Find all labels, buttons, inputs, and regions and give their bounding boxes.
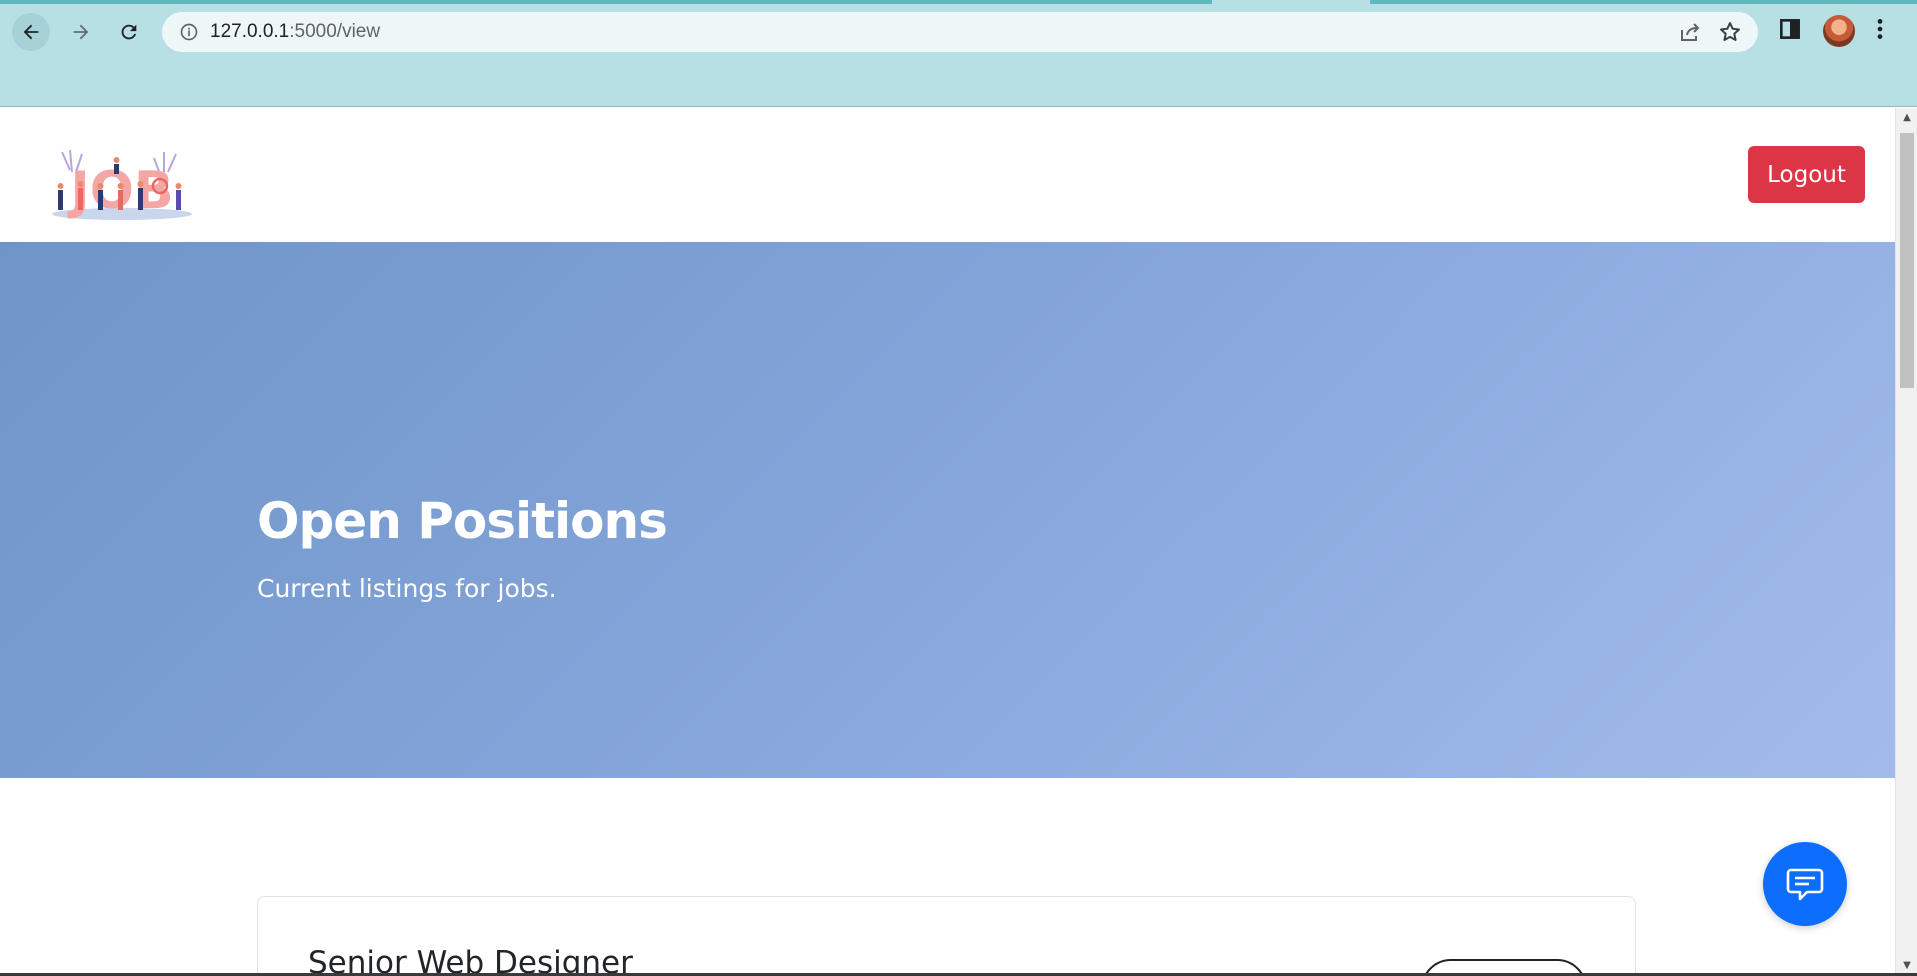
star-icon[interactable] <box>1718 20 1742 44</box>
kebab-menu-icon[interactable] <box>1873 16 1887 42</box>
address-bar[interactable]: 127.0.0.1:5000/view <box>162 12 1758 52</box>
forward-button[interactable] <box>62 13 100 51</box>
page-viewport: JOB Logout Open Positions Current listin… <box>0 108 1895 976</box>
page-scrollbar[interactable]: ▲ ▼ <box>1895 108 1917 976</box>
site-header: JOB Logout <box>0 108 1895 242</box>
page-subtitle: Current listings for jobs. <box>257 574 557 603</box>
page-title: Open Positions <box>257 492 668 550</box>
info-icon[interactable] <box>178 21 200 43</box>
side-panel-icon[interactable] <box>1777 16 1803 42</box>
job-title: Senior Web Designer <box>308 945 633 976</box>
chat-icon <box>1786 868 1824 901</box>
url-text: 127.0.0.1:5000/view <box>210 21 380 43</box>
arrow-left-icon <box>23 24 39 40</box>
jobs-logo[interactable]: JOB <box>48 150 196 222</box>
chat-button[interactable] <box>1763 842 1847 926</box>
scroll-up-arrow-icon[interactable]: ▲ <box>1901 112 1913 124</box>
job-card: Senior Web Designer <box>257 896 1636 976</box>
logout-button[interactable]: Logout <box>1748 146 1865 203</box>
share-icon[interactable] <box>1678 20 1702 44</box>
reload-icon <box>121 24 137 40</box>
active-tab-indicator <box>0 0 1212 4</box>
scroll-down-arrow-icon[interactable]: ▼ <box>1901 960 1913 972</box>
reload-button[interactable] <box>110 13 148 51</box>
browser-toolbar: 127.0.0.1:5000/view <box>0 0 1917 107</box>
url-host: 127.0.0.1 <box>210 21 290 42</box>
arrow-right-icon <box>73 24 89 40</box>
hero-banner: Open Positions Current listings for jobs… <box>0 242 1895 778</box>
back-button[interactable] <box>12 13 50 51</box>
scroll-thumb[interactable] <box>1900 133 1914 388</box>
tab-indicator <box>1370 0 1917 4</box>
avatar[interactable] <box>1823 15 1855 47</box>
url-path: :5000/view <box>289 21 381 42</box>
